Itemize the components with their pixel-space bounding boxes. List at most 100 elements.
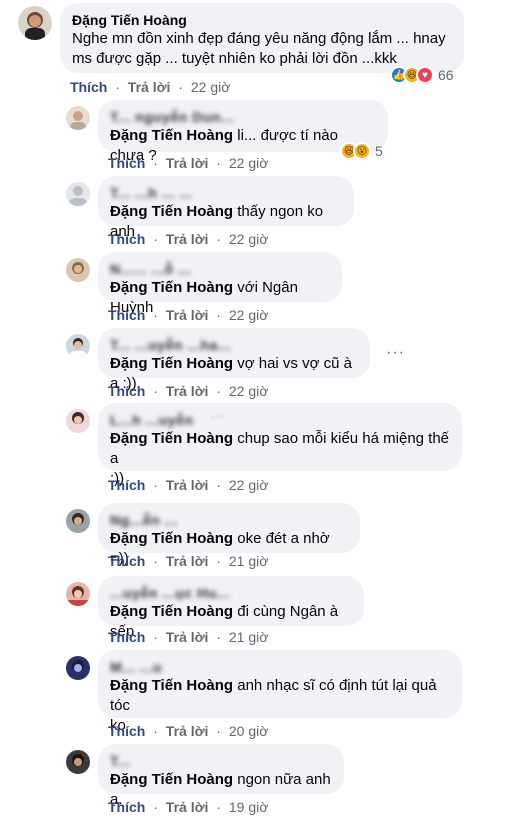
- avatar[interactable]: [66, 409, 90, 433]
- reply-button[interactable]: Trả lời: [166, 383, 209, 399]
- separator: ·: [216, 553, 221, 569]
- mention-link[interactable]: Đặng Tiến Hoàng: [110, 203, 233, 220]
- reply-time[interactable]: 22 giờ: [229, 477, 269, 493]
- reaction-count: 66: [438, 67, 454, 83]
- avatar-photo: [66, 656, 90, 680]
- reaction-summary[interactable]: 👍 😆 ♥ 66: [390, 66, 454, 84]
- like-button[interactable]: Thích: [108, 307, 145, 323]
- reply-actions: Thích · Trả lời · 21 giờ: [108, 553, 268, 569]
- avatar-photo: [66, 258, 90, 282]
- reply-button[interactable]: Trả lời: [166, 629, 209, 645]
- separator: ·: [153, 723, 158, 739]
- love-icon: ♥: [416, 66, 434, 84]
- reply-time[interactable]: 22 giờ: [229, 155, 269, 171]
- mention-link[interactable]: Đặng Tiến Hoàng: [110, 430, 233, 447]
- reply-button[interactable]: Trả lời: [166, 307, 209, 323]
- avatar-photo: [66, 409, 90, 433]
- separator: ·: [115, 79, 120, 95]
- reply-button[interactable]: Trả lời: [166, 231, 209, 247]
- reply-time[interactable]: 22 giờ: [229, 383, 269, 399]
- avatar[interactable]: [66, 258, 90, 282]
- reply-author[interactable]: N...... ...ỗ ...: [110, 260, 330, 278]
- separator: ·: [153, 383, 158, 399]
- reply-actions: Thích · Trả lời · 19 giờ: [108, 799, 268, 815]
- like-button[interactable]: Thích: [108, 477, 145, 493]
- separator: ·: [216, 155, 221, 171]
- comment-actions: Thích · Trả lời · 22 giờ: [70, 79, 230, 95]
- separator: ·: [216, 307, 221, 323]
- reply-button[interactable]: Trả lời: [166, 799, 209, 815]
- avatar[interactable]: [18, 6, 52, 40]
- separator: ·: [153, 155, 158, 171]
- mention-link[interactable]: Đặng Tiến Hoàng: [110, 530, 233, 547]
- avatar[interactable]: [66, 106, 90, 130]
- avatar[interactable]: [66, 656, 90, 680]
- reply-author[interactable]: T... nguyễn Dun...: [110, 108, 376, 126]
- separator: ·: [216, 799, 221, 815]
- reply-actions: Thích · Trả lời · 22 giờ: [108, 155, 268, 171]
- reply-time[interactable]: 22 giờ: [229, 307, 269, 323]
- separator: ·: [216, 723, 221, 739]
- separator: ·: [216, 383, 221, 399]
- reply-time[interactable]: 19 giờ: [229, 799, 269, 815]
- like-button[interactable]: Thích: [108, 799, 145, 815]
- avatar-photo: [18, 6, 52, 40]
- like-button[interactable]: Thích: [108, 723, 145, 739]
- reply-bubble: Ng...ễn ... Đặng Tiến Hoàng oke đét a nh…: [98, 503, 360, 567]
- reply-actions: Thích · Trả lời · 22 giờ: [108, 307, 268, 323]
- reaction-summary[interactable]: 😆 😮 5: [340, 142, 383, 160]
- avatar-photo: [66, 334, 90, 358]
- mention-link[interactable]: Đặng Tiến Hoàng: [110, 127, 233, 144]
- separator: ·: [153, 799, 158, 815]
- separator: ·: [216, 477, 221, 493]
- reply-author[interactable]: ...uyễn ...ục Hu...: [110, 584, 352, 602]
- mention-link[interactable]: Đặng Tiến Hoàng: [110, 603, 233, 620]
- reply-author[interactable]: T...: [110, 752, 332, 770]
- more-options-icon[interactable]: ···: [386, 344, 405, 362]
- reply-bubble: L...h ...uyễn Đặng Tiến Hoàng chup sao m…: [98, 403, 462, 487]
- avatar-photo: [66, 509, 90, 533]
- reply-author[interactable]: T... ...h ... ...: [110, 184, 342, 202]
- separator: ·: [216, 231, 221, 247]
- like-button[interactable]: Thích: [108, 155, 145, 171]
- mention-link[interactable]: Đặng Tiến Hoàng: [110, 677, 233, 694]
- separator: ·: [153, 307, 158, 323]
- reply-author[interactable]: L...h ...uyễn: [110, 411, 450, 429]
- like-button[interactable]: Thích: [108, 231, 145, 247]
- like-button[interactable]: Thích: [70, 79, 107, 95]
- reply-author[interactable]: T... ...uyễn ...ha...: [110, 336, 358, 354]
- like-button[interactable]: Thích: [108, 553, 145, 569]
- reply-author[interactable]: Ng...ễn ...: [110, 511, 348, 529]
- separator: ·: [153, 231, 158, 247]
- like-button[interactable]: Thích: [108, 629, 145, 645]
- avatar[interactable]: [66, 509, 90, 533]
- avatar[interactable]: [66, 334, 90, 358]
- reply-actions: Thích · Trả lời · 22 giờ: [108, 383, 268, 399]
- mention-link[interactable]: Đặng Tiến Hoàng: [110, 355, 233, 372]
- avatar[interactable]: [66, 582, 90, 606]
- reply-button[interactable]: Trả lời: [166, 477, 209, 493]
- reply-button[interactable]: Trả lời: [166, 155, 209, 171]
- comment-time[interactable]: 22 giờ: [191, 79, 231, 95]
- reply-time[interactable]: 21 giờ: [229, 629, 269, 645]
- reply-actions: Thích · Trả lời · 20 giờ: [108, 723, 268, 739]
- separator: ·: [153, 477, 158, 493]
- reply-bubble: N...... ...ỗ ... Đặng Tiến Hoàng với Ngâ…: [98, 252, 342, 316]
- like-button[interactable]: Thích: [108, 383, 145, 399]
- reply-time[interactable]: 20 giờ: [229, 723, 269, 739]
- reply-button[interactable]: Trả lời: [166, 723, 209, 739]
- reply-bubble: M... ...u Đặng Tiến Hoàng anh nhạc sĩ có…: [98, 650, 462, 734]
- reply-time[interactable]: 21 giờ: [229, 553, 269, 569]
- avatar[interactable]: [66, 750, 90, 774]
- reply-author[interactable]: M... ...u: [110, 658, 450, 676]
- comment-author[interactable]: Đặng Tiến Hoàng: [72, 11, 452, 29]
- mention-link[interactable]: Đặng Tiến Hoàng: [110, 279, 233, 296]
- reaction-count: 5: [375, 143, 383, 159]
- reply-time[interactable]: 22 giờ: [229, 231, 269, 247]
- mention-link[interactable]: Đặng Tiến Hoàng: [110, 771, 233, 788]
- reply-bubble: T... ...h ... ... Đặng Tiến Hoàng thấy n…: [98, 176, 354, 240]
- reply-button[interactable]: Trả lời: [166, 553, 209, 569]
- avatar[interactable]: [66, 182, 90, 206]
- reply-button[interactable]: Trả lời: [128, 79, 171, 95]
- watermark: ...: [208, 401, 226, 423]
